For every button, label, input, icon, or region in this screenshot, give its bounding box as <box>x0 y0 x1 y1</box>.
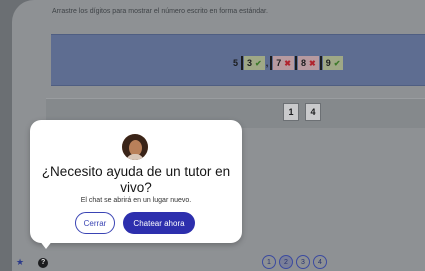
close-button[interactable]: Cerrar <box>75 212 115 234</box>
thousands-comma: , <box>265 58 269 68</box>
page-button-3[interactable]: 3 <box>296 255 310 269</box>
tutor-avatar <box>122 134 148 160</box>
instructions-text: Arrastre los dígitos para mostrar el núm… <box>52 8 268 15</box>
check-icon: ✔ <box>333 58 341 68</box>
chat-now-button[interactable]: Chatear ahora <box>123 212 195 234</box>
check-icon: ✔ <box>255 58 262 68</box>
page-button-2[interactable]: 2 <box>279 255 293 269</box>
slot-digit: 3 <box>247 58 253 68</box>
slot-divider <box>319 56 322 70</box>
answer-slot-2[interactable]: 7 ✖ <box>273 56 294 70</box>
slot-divider <box>241 56 244 70</box>
digit-tile[interactable]: 4 <box>305 103 321 121</box>
number-answer-row: 5 3 ✔ , 7 ✖ 8 ✖ 9 ✔ <box>233 56 344 70</box>
cross-icon: ✖ <box>308 58 316 68</box>
bottom-toolbar: ★ ? <box>16 257 49 268</box>
popup-title: ¿Necesito ayuda de un tutor en vivo? <box>41 164 231 195</box>
answer-slot-4[interactable]: 9 ✔ <box>322 56 344 70</box>
cross-icon: ✖ <box>284 58 291 68</box>
slot-digit: 7 <box>276 58 282 68</box>
answer-slot-1[interactable]: 3 ✔ <box>244 56 265 70</box>
answer-slot-3[interactable]: 8 ✖ <box>297 56 319 70</box>
accessibility-icon[interactable]: ★ <box>16 257 24 268</box>
pagination: 1 2 3 4 <box>262 255 327 269</box>
popup-subtitle: El chat se abrirá en un lugar nuevo. <box>80 197 192 204</box>
leading-digit: 5 <box>233 58 239 68</box>
slot-digit: 8 <box>300 58 306 68</box>
digit-tile[interactable]: 1 <box>283 103 299 121</box>
slot-divider <box>294 56 297 70</box>
help-icon[interactable]: ? <box>38 257 49 268</box>
popup-pointer <box>39 240 53 249</box>
page-button-4[interactable]: 4 <box>313 255 327 269</box>
page-button-1[interactable]: 1 <box>262 255 276 269</box>
slot-divider <box>270 56 273 70</box>
slot-digit: 9 <box>325 58 331 68</box>
tutor-chat-popup: ¿Necesito ayuda de un tutor en vivo? El … <box>30 120 242 243</box>
